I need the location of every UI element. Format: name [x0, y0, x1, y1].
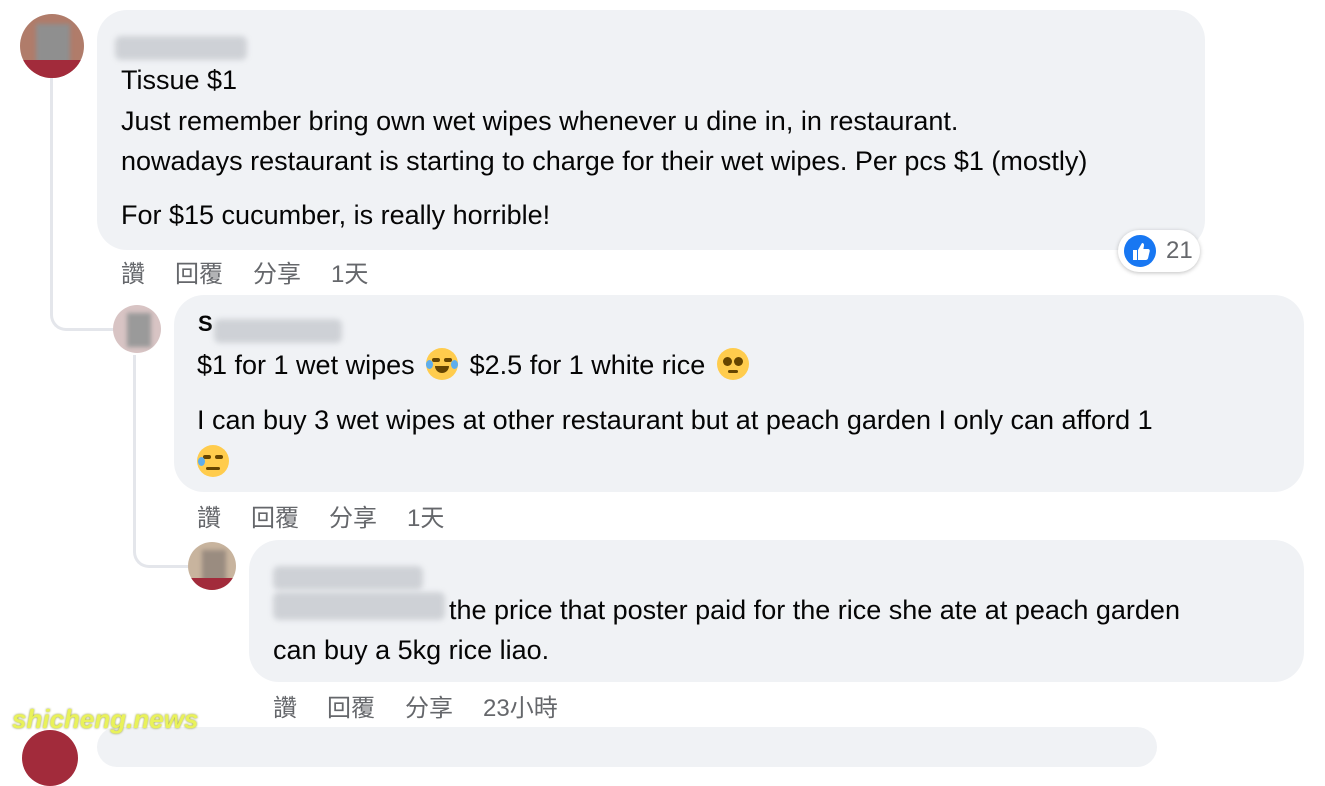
reaction-count: 21	[1166, 237, 1193, 264]
comment-bubble: the price that poster paid for the rice …	[249, 540, 1304, 682]
reaction-summary[interactable]: 21	[1118, 230, 1200, 272]
face-with-tears-of-joy-icon	[426, 348, 459, 380]
comment-actions: 讚 回覆 分享 23小時	[273, 688, 588, 723]
like-button[interactable]: 讚	[197, 505, 221, 532]
redacted-author-name[interactable]	[273, 566, 423, 590]
share-button[interactable]: 分享	[329, 505, 377, 532]
avatar-pixelation	[127, 313, 151, 347]
comment-text-line: Tissue $1	[121, 65, 238, 95]
like-button[interactable]: 讚	[273, 695, 297, 722]
avatar[interactable]	[188, 542, 236, 590]
comment-text-line: can buy a 5kg rice liao.	[273, 635, 550, 665]
timestamp[interactable]: 23小時	[483, 695, 558, 722]
comment-text-line: I can buy 3 wet wipes at other restauran…	[197, 405, 1153, 435]
comment-emoji-line	[197, 445, 229, 477]
comment-text-line: the price that poster paid for the rice …	[449, 595, 1180, 625]
redacted-author-name[interactable]	[115, 36, 247, 60]
avatar-background	[188, 578, 236, 590]
comment-actions: 讚 回覆 分享 1天	[121, 254, 398, 289]
timestamp[interactable]: 1天	[407, 505, 444, 532]
share-button[interactable]: 分享	[405, 695, 453, 722]
sad-but-relieved-face-icon	[197, 445, 229, 477]
comment-text: $1 for 1 wet wipes	[197, 350, 415, 380]
pleading-face-icon	[716, 348, 749, 380]
redacted-mention[interactable]	[273, 592, 445, 620]
comment-text-line: nowadays restaurant is starting to charg…	[121, 146, 1088, 176]
share-button[interactable]: 分享	[253, 261, 301, 288]
comment-text-line: Just remember bring own wet wipes whenev…	[121, 106, 959, 136]
avatar[interactable]	[22, 730, 78, 786]
avatar-background	[20, 60, 84, 78]
comment-bubble	[97, 727, 1157, 767]
timestamp[interactable]: 1天	[331, 261, 368, 288]
site-watermark: shicheng.news	[12, 704, 199, 734]
like-button[interactable]: 讚	[121, 261, 145, 288]
comment-text-line: For $15 cucumber, is really horrible!	[121, 200, 551, 230]
redacted-author-name[interactable]	[214, 319, 342, 343]
like-icon	[1124, 235, 1156, 267]
reply-button[interactable]: 回覆	[175, 261, 223, 288]
comment-bubble: S $1 for 1 wet wipes $2.5 for 1 white ri…	[174, 295, 1304, 492]
avatar[interactable]	[20, 14, 84, 78]
avatar[interactable]	[113, 305, 161, 353]
comment-actions: 讚 回覆 分享 1天	[197, 498, 474, 533]
comment-text: $2.5 for 1 white rice	[469, 350, 706, 380]
comment-bubble: Tissue $1 Just remember bring own wet wi…	[97, 10, 1205, 250]
reply-button[interactable]: 回覆	[251, 505, 299, 532]
author-name-initial[interactable]: S	[198, 309, 213, 339]
comment-text-line: $1 for 1 wet wipes $2.5 for 1 white rice	[197, 345, 753, 385]
reply-button[interactable]: 回覆	[327, 695, 375, 722]
